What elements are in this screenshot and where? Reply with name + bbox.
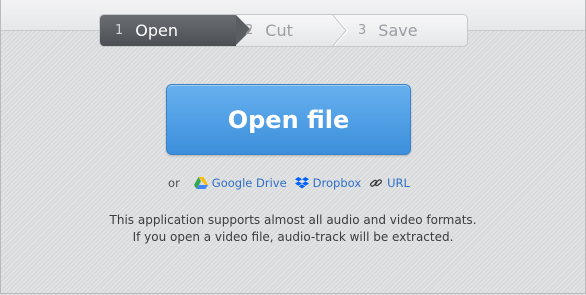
step-cut[interactable]: 2 Cut [245,15,293,46]
info-line-2: If you open a video file, audio-track wi… [132,230,454,244]
url-label: URL [387,176,410,190]
dropbox-label: Dropbox [312,176,362,190]
dropbox-icon [294,177,309,189]
open-file-button[interactable]: Open file [166,84,411,155]
google-drive-link[interactable]: Google Drive [193,176,287,190]
dropbox-link[interactable]: Dropbox [294,176,362,190]
step-save[interactable]: 3 Save [358,15,418,46]
step-open[interactable]: 1 Open [100,15,251,46]
step-number: 1 [115,23,124,38]
format-info: This application supports almost all aud… [0,212,586,246]
step-separator [332,15,349,46]
or-label: or [168,176,180,190]
google-drive-label: Google Drive [211,176,287,190]
step-label: Open [135,21,179,40]
info-line-1: This application supports almost all aud… [109,213,477,227]
link-icon [370,179,383,187]
url-link[interactable]: URL [369,176,410,190]
step-number: 2 [245,23,254,38]
step-label: Cut [265,21,293,40]
steps-bar: 1 Open 2 Cut 3 Save [99,14,468,47]
step-number: 3 [358,23,367,38]
alternative-sources: or Google Drive Dropbox URL [0,176,586,190]
step-label: Save [378,21,418,40]
google-drive-icon [193,177,208,189]
